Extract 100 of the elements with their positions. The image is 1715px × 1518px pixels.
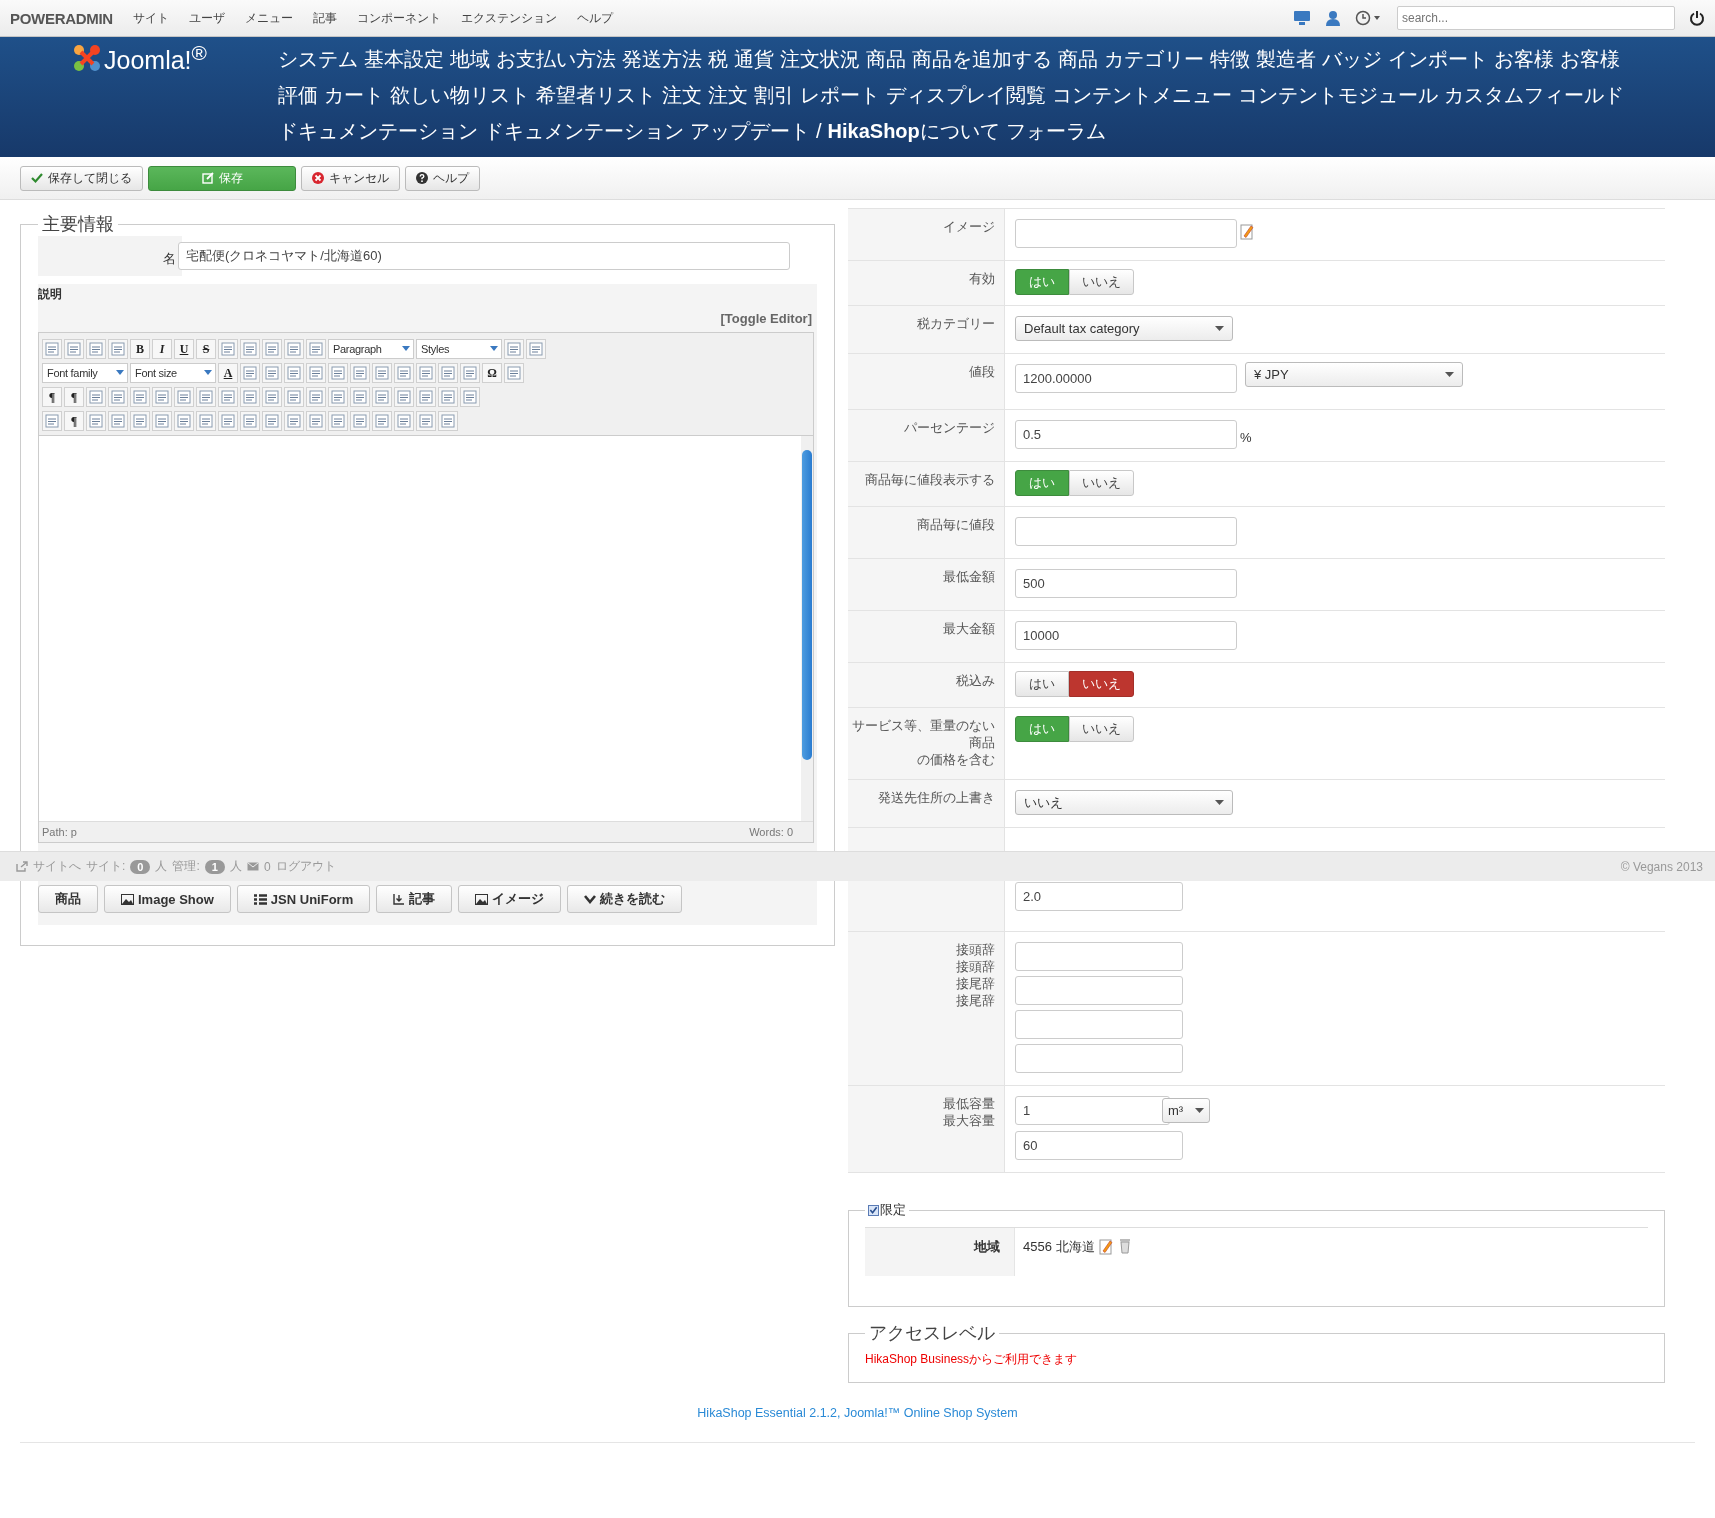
nav-link[interactable]: お客様 <box>1494 41 1554 77</box>
volume-field[interactable]: 1 <box>1015 1096 1170 1125</box>
editor-dropdown[interactable]: Font family <box>42 363 128 383</box>
nav-link[interactable]: / <box>816 113 822 149</box>
dropdown[interactable]: いいえ <box>1015 790 1233 815</box>
menu-item[interactable]: サイト <box>132 9 169 27</box>
amount-field[interactable]: 10000 <box>1015 621 1237 650</box>
nav-link[interactable]: 注文状況 <box>780 41 860 77</box>
editor-tool-button[interactable] <box>130 411 150 431</box>
toggle-option[interactable]: いいえ <box>1069 716 1134 742</box>
editor-tool-button[interactable] <box>174 387 194 407</box>
editor-tool-button[interactable] <box>108 339 128 359</box>
editor-tool-button[interactable] <box>240 339 260 359</box>
amount-field[interactable]: 500 <box>1015 569 1237 598</box>
editor-tool-button[interactable] <box>86 339 106 359</box>
nav-link[interactable]: 商品 <box>1058 41 1098 77</box>
nav-link[interactable]: HikaShopについて <box>827 113 1000 149</box>
editor-dropdown[interactable]: Font size <box>130 363 216 383</box>
clock-icon[interactable] <box>1355 10 1383 26</box>
menu-item[interactable]: エクステンション <box>460 9 557 27</box>
menu-item[interactable]: メニュー <box>244 9 293 27</box>
nav-link[interactable]: 基本設定 <box>364 41 444 77</box>
price-field[interactable]: 1200.00000 <box>1015 364 1237 393</box>
editor-tool-button[interactable] <box>86 411 106 431</box>
editor-tool-button[interactable]: ¶ <box>64 387 84 407</box>
menu-item[interactable]: ヘルプ <box>576 9 613 27</box>
editor-tool-button[interactable] <box>306 387 326 407</box>
editor-tool-button[interactable] <box>438 363 458 383</box>
editor-tool-button[interactable] <box>372 387 392 407</box>
editor-tool-button[interactable] <box>372 411 392 431</box>
menu-item[interactable]: ユーザ <box>188 9 225 27</box>
editor-tool-button[interactable] <box>350 363 370 383</box>
affix-field[interactable] <box>1015 1010 1183 1039</box>
edit-icon[interactable] <box>1240 223 1256 241</box>
nav-link[interactable]: 通貨 <box>734 41 774 77</box>
nav-link[interactable]: コンテントメニュー <box>1052 77 1232 113</box>
toggle-option[interactable]: はい <box>1015 671 1069 697</box>
nav-link[interactable]: お支払い方法 <box>496 41 616 77</box>
editor-insert-button[interactable]: 商品 <box>38 885 98 913</box>
editor-tool-button[interactable] <box>152 411 172 431</box>
footer-link[interactable]: HikaShop Essential 2.1.2, Joomla!™ Online Shop System <box>697 1406 1018 1420</box>
checkbox[interactable] <box>868 1204 879 1216</box>
editor-dropdown[interactable]: Paragraph <box>328 339 414 359</box>
editor-tool-button[interactable] <box>438 387 458 407</box>
editor-tool-button[interactable] <box>416 363 436 383</box>
editor-insert-button[interactable]: イメージ <box>458 885 562 913</box>
editor-tool-button[interactable] <box>504 339 524 359</box>
editor-insert-button[interactable]: Image Show <box>104 885 231 913</box>
nav-link[interactable]: 割引 <box>754 77 794 113</box>
editor-tool-button[interactable] <box>240 363 260 383</box>
monitor-icon[interactable] <box>1293 10 1311 26</box>
editor-tool-button[interactable] <box>460 363 480 383</box>
name-field[interactable]: 宅配便(クロネコヤマト/北海道60) <box>178 242 790 270</box>
editor-tool-button[interactable] <box>152 387 172 407</box>
nav-link[interactable]: 注文 <box>662 77 702 113</box>
currency-dropdown[interactable]: ¥ JPY <box>1245 362 1463 387</box>
editor-tool-button[interactable] <box>416 411 436 431</box>
nav-link[interactable]: アップデート <box>690 113 810 149</box>
editor-tool-button[interactable] <box>284 363 304 383</box>
editor-tool-button[interactable]: A <box>218 363 238 383</box>
toggle-option[interactable]: いいえ <box>1069 269 1134 295</box>
editor-tool-button[interactable] <box>262 363 282 383</box>
editor-tool-button[interactable] <box>306 411 326 431</box>
editor-tool-button[interactable] <box>306 363 326 383</box>
nav-link[interactable]: コンテントモジュール <box>1238 77 1438 113</box>
editor-tool-button[interactable] <box>64 339 84 359</box>
editor-insert-button[interactable]: 記事 <box>376 885 453 913</box>
editor-tool-button[interactable] <box>284 411 304 431</box>
toggle-option[interactable]: いいえ <box>1069 470 1134 496</box>
editor-tool-button[interactable] <box>328 387 348 407</box>
nav-link[interactable]: 商品 <box>866 41 906 77</box>
edit-icon[interactable] <box>1098 1238 1115 1256</box>
editor-tool-button[interactable]: B <box>130 339 150 359</box>
editor-tool-button[interactable] <box>526 339 546 359</box>
editor-tool-button[interactable]: I <box>152 339 172 359</box>
editor-tool-button[interactable] <box>218 339 238 359</box>
nav-link[interactable]: フォーラム <box>1005 113 1106 149</box>
editor-tool-button[interactable] <box>196 387 216 407</box>
editor-tool-button[interactable] <box>416 387 436 407</box>
nav-link[interactable]: 地域 <box>450 41 490 77</box>
nav-link[interactable]: システム <box>278 41 358 77</box>
editor-tool-button[interactable] <box>108 411 128 431</box>
editor-tool-button[interactable] <box>240 387 260 407</box>
affix-field[interactable] <box>1015 1044 1183 1073</box>
trash-icon[interactable] <box>1118 1238 1131 1254</box>
nav-link[interactable]: カート <box>324 77 384 113</box>
editor-tool-button[interactable] <box>86 387 106 407</box>
nav-link[interactable]: バッジ <box>1322 41 1382 77</box>
editor-tool-button[interactable] <box>460 387 480 407</box>
dropdown[interactable]: Default tax category <box>1015 316 1233 341</box>
editor-tool-button[interactable]: ¶ <box>64 411 84 431</box>
editor-tool-button[interactable]: S <box>196 339 216 359</box>
editor-dropdown[interactable]: Styles <box>416 339 502 359</box>
editor-tool-button[interactable] <box>350 411 370 431</box>
nav-link[interactable]: 注文 <box>708 77 748 113</box>
amount-field[interactable] <box>1015 517 1237 546</box>
editor-tool-button[interactable] <box>394 411 414 431</box>
editor-tool-button[interactable] <box>42 339 62 359</box>
editor-tool-button[interactable] <box>350 387 370 407</box>
menu-item[interactable]: コンポーネント <box>356 9 441 27</box>
